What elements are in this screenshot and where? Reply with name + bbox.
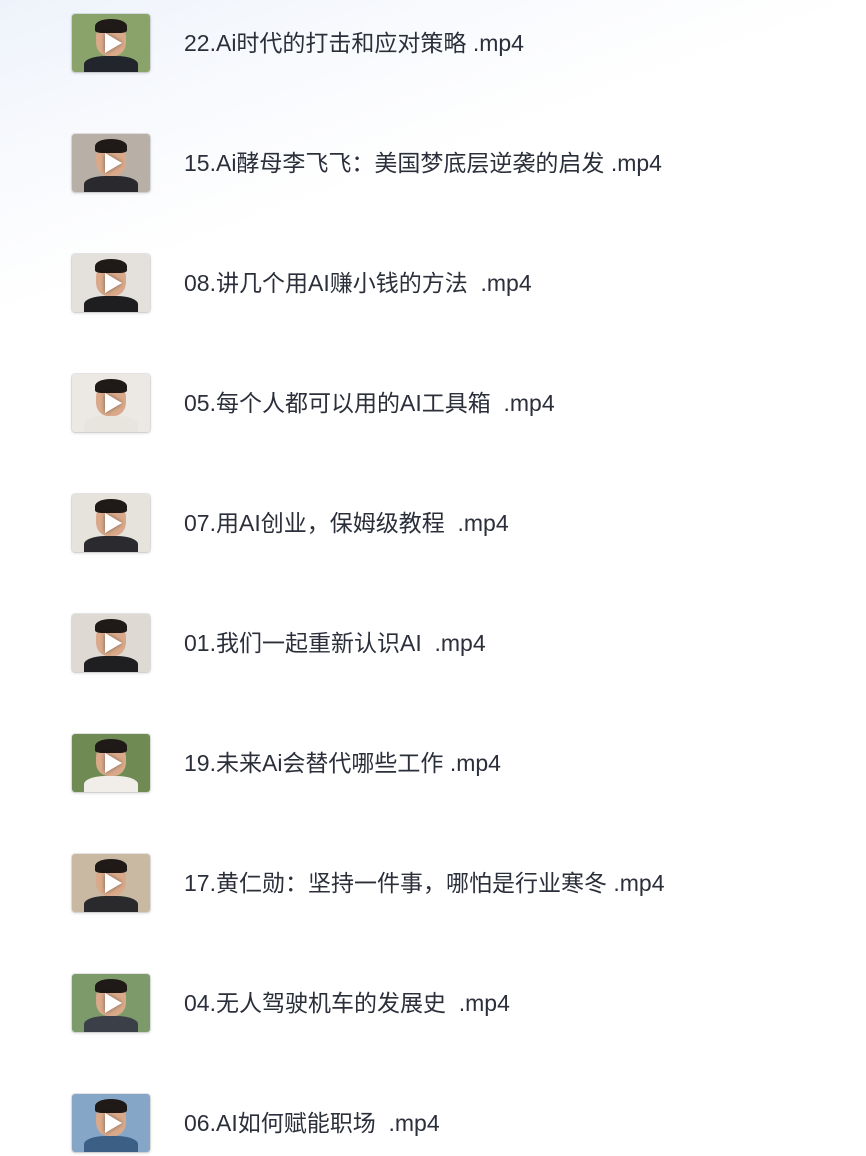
- play-icon[interactable]: [105, 873, 122, 893]
- play-icon[interactable]: [105, 753, 122, 773]
- video-file-item[interactable]: 07.用AI创业，保姆级教程 .mp4: [0, 494, 866, 556]
- video-file-name[interactable]: 04.无人驾驶机车的发展史 .mp4: [184, 988, 510, 1018]
- video-thumbnail[interactable]: [72, 494, 150, 552]
- video-file-item[interactable]: 19.未来Ai会替代哪些工作 .mp4: [0, 734, 866, 796]
- play-icon[interactable]: [105, 153, 122, 173]
- video-file-item[interactable]: 05.每个人都可以用的AI工具箱 .mp4: [0, 374, 866, 436]
- video-file-item[interactable]: 15.Ai酵母李飞飞：美国梦底层逆袭的启发 .mp4: [0, 134, 866, 196]
- video-file-name[interactable]: 07.用AI创业，保姆级教程 .mp4: [184, 508, 509, 538]
- play-icon[interactable]: [105, 513, 122, 533]
- video-thumbnail[interactable]: [72, 734, 150, 792]
- video-file-name[interactable]: 19.未来Ai会替代哪些工作 .mp4: [184, 748, 501, 778]
- video-file-name[interactable]: 22.Ai时代的打击和应对策略 .mp4: [184, 28, 524, 58]
- video-file-name[interactable]: 01.我们一起重新认识AI .mp4: [184, 628, 486, 658]
- video-file-name[interactable]: 06.AI如何赋能职场 .mp4: [184, 1108, 440, 1138]
- video-file-item[interactable]: 22.Ai时代的打击和应对策略 .mp4: [0, 14, 866, 76]
- play-icon[interactable]: [105, 393, 122, 413]
- video-file-name[interactable]: 15.Ai酵母李飞飞：美国梦底层逆袭的启发 .mp4: [184, 148, 662, 178]
- video-file-name[interactable]: 17.黄仁勋：坚持一件事，哪怕是行业寒冬 .mp4: [184, 868, 665, 898]
- video-file-list: 22.Ai时代的打击和应对策略 .mp4 15.Ai酵母李飞飞：美国梦底层逆袭的…: [0, 0, 866, 1156]
- play-icon[interactable]: [105, 993, 122, 1013]
- video-file-item[interactable]: 04.无人驾驶机车的发展史 .mp4: [0, 974, 866, 1036]
- video-thumbnail[interactable]: [72, 854, 150, 912]
- video-thumbnail[interactable]: [72, 254, 150, 312]
- video-thumbnail[interactable]: [72, 14, 150, 72]
- video-thumbnail[interactable]: [72, 614, 150, 672]
- video-thumbnail[interactable]: [72, 1094, 150, 1152]
- video-file-item[interactable]: 17.黄仁勋：坚持一件事，哪怕是行业寒冬 .mp4: [0, 854, 866, 916]
- video-file-item[interactable]: 08.讲几个用AI赚小钱的方法 .mp4: [0, 254, 866, 316]
- video-file-name[interactable]: 05.每个人都可以用的AI工具箱 .mp4: [184, 388, 555, 418]
- video-thumbnail[interactable]: [72, 134, 150, 192]
- play-icon[interactable]: [105, 33, 122, 53]
- play-icon[interactable]: [105, 633, 122, 653]
- play-icon[interactable]: [105, 1113, 122, 1133]
- video-file-item[interactable]: 01.我们一起重新认识AI .mp4: [0, 614, 866, 676]
- video-thumbnail[interactable]: [72, 974, 150, 1032]
- play-icon[interactable]: [105, 273, 122, 293]
- video-thumbnail[interactable]: [72, 374, 150, 432]
- video-file-item[interactable]: 06.AI如何赋能职场 .mp4: [0, 1094, 866, 1156]
- video-file-name[interactable]: 08.讲几个用AI赚小钱的方法 .mp4: [184, 268, 532, 298]
